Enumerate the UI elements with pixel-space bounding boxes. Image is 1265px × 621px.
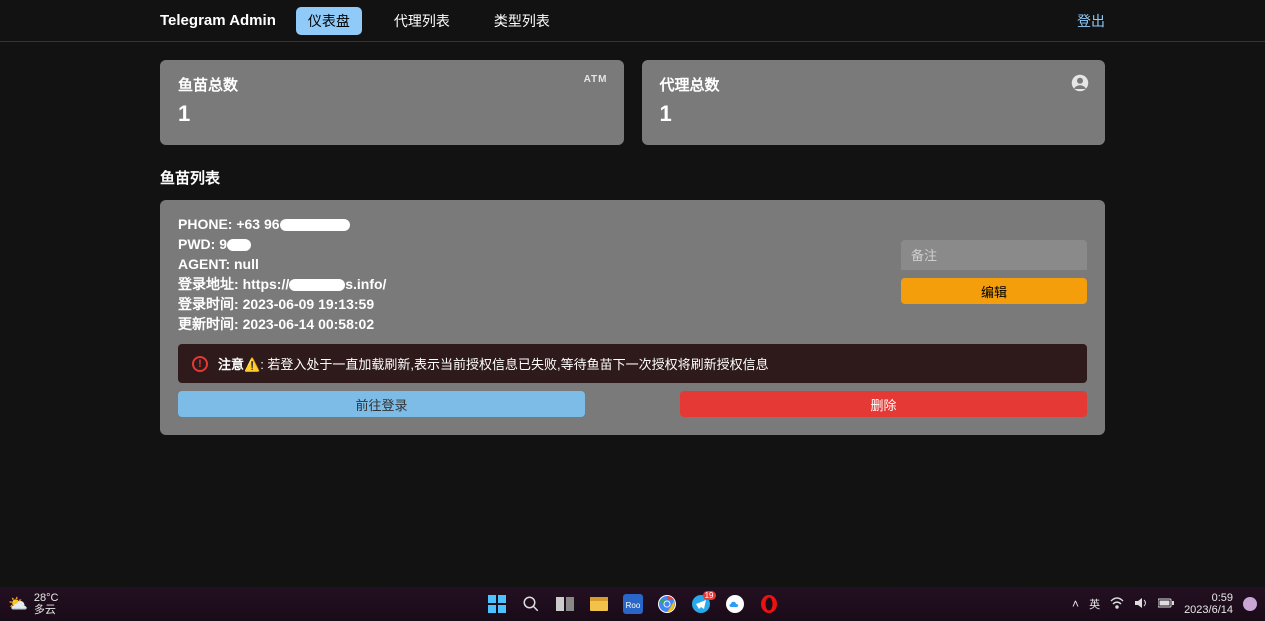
- stat-value: 1: [178, 101, 606, 127]
- delete-button[interactable]: 删除: [680, 391, 1087, 417]
- entry-side: 编辑: [901, 240, 1087, 304]
- alert-title: 注意: [218, 357, 244, 372]
- stat-card-agents: 代理总数 1: [642, 60, 1106, 145]
- nav-types[interactable]: 类型列表: [482, 7, 562, 35]
- chrome-icon[interactable]: [656, 593, 678, 615]
- opera-icon[interactable]: [758, 593, 780, 615]
- top-nav: Telegram Admin 仪表盘 代理列表 类型列表 登出: [0, 0, 1265, 42]
- remark-input[interactable]: [901, 240, 1087, 270]
- agent-label: AGENT:: [178, 256, 234, 272]
- warning-icon: ⚠️: [244, 357, 260, 372]
- volume-icon[interactable]: [1134, 597, 1148, 612]
- loginurl-prefix: https://: [243, 276, 290, 292]
- clock-date: 2023/6/14: [1184, 604, 1233, 616]
- explorer-icon[interactable]: [588, 593, 610, 615]
- taskbar-center: Roo 19: [486, 593, 780, 615]
- logout-link[interactable]: 登出: [1077, 11, 1105, 31]
- loginurl-label: 登录地址:: [178, 276, 243, 292]
- alert-body: : 若登入处于一直加载刷新,表示当前授权信息已失败,等待鱼苗下一次授权将刷新授权…: [260, 357, 768, 372]
- taskbar-right: ˄ 英 0:59 2023/6/14: [1072, 592, 1257, 616]
- badge-icon: 19: [703, 591, 716, 600]
- main-content: 鱼苗总数 1 ATM 代理总数 1 鱼苗列表 PHONE: +63 96 PWD…: [0, 42, 1265, 435]
- search-icon[interactable]: [520, 593, 542, 615]
- baidu-netdisk-icon[interactable]: [724, 593, 746, 615]
- windows-taskbar: ⛅ 28°C 多云 Roo 19: [0, 587, 1265, 621]
- phone-value-prefix: +63 96: [236, 216, 279, 232]
- entry-panel: PHONE: +63 96 PWD: 9 AGENT: null 登录地址: h…: [160, 200, 1105, 435]
- edit-button[interactable]: 编辑: [901, 278, 1087, 304]
- weather-desc: 多云: [34, 604, 59, 616]
- pwd-value-prefix: 9: [219, 236, 227, 252]
- entry-info: PHONE: +63 96 PWD: 9 AGENT: null 登录地址: h…: [178, 214, 881, 334]
- wifi-icon[interactable]: [1110, 597, 1124, 612]
- logintime-label: 登录时间:: [178, 296, 243, 312]
- updtime-label: 更新时间:: [178, 316, 243, 332]
- list-title: 鱼苗列表: [160, 167, 1105, 188]
- stat-title: 鱼苗总数: [178, 74, 606, 95]
- start-button[interactable]: [486, 593, 508, 615]
- agent-value: null: [234, 256, 259, 272]
- redaction-bar: [289, 279, 345, 291]
- atm-icon: ATM: [584, 74, 608, 85]
- svg-text:Roo: Roo: [625, 601, 640, 610]
- nav-dashboard[interactable]: 仪表盘: [296, 7, 362, 35]
- nav-links: 仪表盘 代理列表 类型列表: [296, 7, 562, 35]
- loginurl-suffix: s.info/: [345, 276, 386, 292]
- telegram-icon[interactable]: 19: [690, 593, 712, 615]
- nav-agents[interactable]: 代理列表: [382, 7, 462, 35]
- battery-icon[interactable]: [1158, 597, 1174, 611]
- go-login-button[interactable]: 前往登录: [178, 391, 585, 417]
- stat-cards: 鱼苗总数 1 ATM 代理总数 1: [160, 60, 1105, 145]
- updtime-value: 2023-06-14 00:58:02: [243, 316, 375, 332]
- alert-text: 注意⚠️: 若登入处于一直加载刷新,表示当前授权信息已失败,等待鱼苗下一次授权将…: [218, 354, 769, 373]
- weather-icon: ⛅: [8, 594, 28, 614]
- clock-time: 0:59: [1212, 592, 1233, 604]
- weather-temp: 28°C: [34, 592, 59, 604]
- alert-banner: ! 注意⚠️: 若登入处于一直加载刷新,表示当前授权信息已失败,等待鱼苗下一次授…: [178, 344, 1087, 383]
- logintime-value: 2023-06-09 19:13:59: [243, 296, 375, 312]
- app-roo-icon[interactable]: Roo: [622, 593, 644, 615]
- action-buttons: 前往登录 删除: [178, 391, 1087, 417]
- ime-indicator[interactable]: 英: [1089, 596, 1100, 612]
- phone-label: PHONE:: [178, 216, 236, 232]
- pwd-label: PWD:: [178, 236, 219, 252]
- tray-chevron-icon[interactable]: ˄: [1072, 597, 1079, 611]
- taskview-icon[interactable]: [554, 593, 576, 615]
- user-avatar-icon[interactable]: [1243, 597, 1257, 611]
- stat-value: 1: [660, 101, 1088, 127]
- avatar-icon: [1071, 74, 1089, 97]
- taskbar-weather[interactable]: ⛅ 28°C 多云: [8, 592, 59, 616]
- stat-title: 代理总数: [660, 74, 1088, 95]
- alert-icon: !: [192, 356, 208, 372]
- redaction-bar: [227, 239, 251, 251]
- taskbar-clock[interactable]: 0:59 2023/6/14: [1184, 592, 1233, 616]
- stat-card-fish: 鱼苗总数 1 ATM: [160, 60, 624, 145]
- brand-title: Telegram Admin: [160, 12, 276, 29]
- redaction-bar: [280, 219, 350, 231]
